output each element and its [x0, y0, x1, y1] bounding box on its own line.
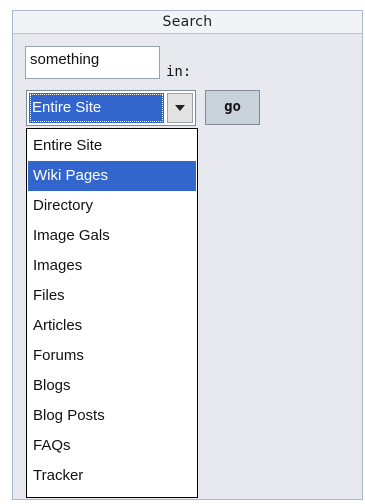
scope-select-value[interactable]: Entire Site [29, 93, 164, 123]
chevron-down-icon[interactable] [167, 93, 193, 123]
dropdown-option[interactable]: Articles [28, 311, 196, 341]
dropdown-option[interactable]: Directory [28, 191, 196, 221]
dropdown-option[interactable]: Tracker [28, 461, 196, 491]
search-panel: Search something in: Entire Site go Enti… [12, 10, 363, 500]
dropdown-option[interactable]: Wiki Pages [28, 161, 196, 191]
go-button[interactable]: go [205, 90, 260, 125]
scope-select[interactable]: Entire Site [26, 90, 196, 126]
in-label: in: [166, 64, 192, 80]
dropdown-option[interactable]: Entire Site [28, 131, 196, 161]
dropdown-option[interactable]: Blog Posts [28, 401, 196, 431]
dropdown-option[interactable]: Forums [28, 341, 196, 371]
scope-dropdown-list[interactable]: Entire Site Wiki Pages Directory Image G… [26, 128, 198, 498]
dropdown-option[interactable]: Files [28, 281, 196, 311]
dropdown-option[interactable]: Blogs [28, 371, 196, 401]
search-input[interactable]: something [25, 46, 160, 79]
panel-title: Search [13, 11, 362, 34]
dropdown-option[interactable]: Image Gals [28, 221, 196, 251]
dropdown-option[interactable]: Images [28, 251, 196, 281]
dropdown-option[interactable]: FAQs [28, 431, 196, 461]
